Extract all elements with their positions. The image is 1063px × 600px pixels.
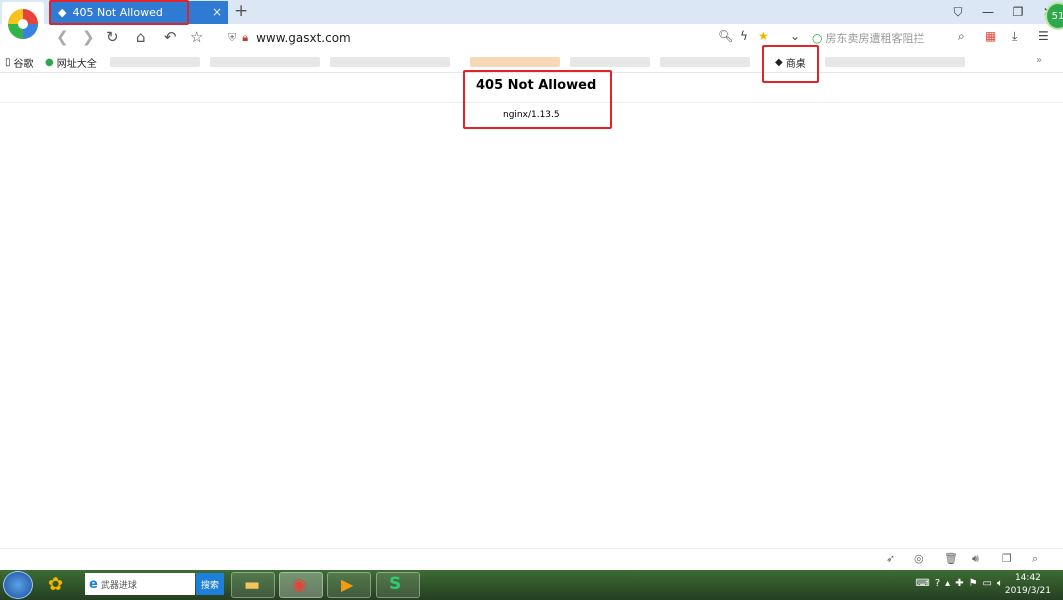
forward-icon[interactable]: ❯ [82,28,95,46]
speed-icon[interactable]: ◎ [914,552,924,565]
file-icon: ▯ [5,57,11,68]
blurred-bookmark[interactable] [110,57,200,67]
user-badge: 51 [1051,10,1063,22]
shield-icon: ⛨ [228,31,237,44]
blurred-bookmark[interactable] [660,57,750,67]
undo-close-icon[interactable]: ↶ [164,28,177,46]
clock-time: 14:42 [1014,573,1041,583]
flag-icon[interactable]: ⚑ [969,578,978,589]
blurred-bookmark[interactable] [470,57,560,67]
search-input[interactable]: ○ 房东卖房遭租客阻拦 [812,28,972,48]
blurred-bookmark[interactable] [330,57,450,67]
highlight-box-tab [49,0,189,25]
bookmark-label: 谷歌 [13,59,34,70]
apps-icon[interactable]: ▦ [985,29,996,43]
bookmark-directory-icon: ● [45,57,54,68]
highlight-box-error [463,70,612,129]
star-icon[interactable]: ★ [758,29,769,43]
taskbar-search-button[interactable]: 搜索 [196,573,224,595]
url-text: www.gasxt.com [256,31,351,45]
refresh-icon[interactable]: ↻ [106,28,119,46]
rocket-icon[interactable]: ➶ [886,552,895,565]
taskbar-app-360[interactable]: ✿ [42,572,78,598]
keyboard-icon[interactable]: ⌨ [915,578,929,589]
highlight-box-bookmark [762,45,819,83]
taskbar-app-browser[interactable]: ◉ [279,572,323,598]
search-placeholder: 房东卖房遭租客阻拦 [825,32,925,45]
ie-icon: e [89,576,98,592]
back-icon[interactable]: ❮ [56,28,69,46]
tab-close-icon[interactable]: × [212,5,222,19]
taskbar-search-input[interactable]: e 武器进球 [85,573,195,595]
browser-logo-icon [8,9,38,39]
favorite-icon[interactable]: ☆ [190,28,203,46]
download-icon[interactable]: ⤓ [1012,29,1017,44]
lock-icon: 🔒︎ [242,31,249,44]
folder-icon: ▬ [244,575,261,595]
bookmark-google[interactable]: ▯ 谷歌 [5,55,34,70]
start-button[interactable] [3,571,33,599]
blurred-bookmark[interactable] [210,57,320,67]
browser-logo[interactable] [2,2,44,46]
tray-expand-icon[interactable]: ▴ [945,578,950,589]
security-icon[interactable]: ✚ [955,578,963,589]
bookmark-label: 网址大全 [56,59,97,70]
network-icon[interactable]: ▭ [983,578,992,589]
search-zoom-icon[interactable]: 🔍︎ [718,29,733,43]
skin-icon[interactable]: ⛉ [943,5,973,20]
system-tray: ⌨ ? ▴ ✚ ⚑ ▭ 🔈︎ [915,578,1003,589]
taskbar-search-placeholder: 武器进球 [100,580,137,591]
new-tab-button[interactable]: + [234,0,248,22]
flash-icon[interactable]: ϟ [740,29,748,43]
taskbar-app-wps[interactable]: S [376,572,420,598]
browser-icon: ◉ [292,575,307,595]
app-360-icon: ✿ [48,574,64,595]
restore-button[interactable]: ❐ [1003,5,1033,19]
blurred-bookmark[interactable] [825,57,965,67]
chevron-down-icon[interactable]: ⌄ [790,29,800,43]
volume-icon[interactable]: 🔈︎ [997,578,1003,589]
taskbar: ✿ e 武器进球 搜索 ▬ ◉ ▶ S ⌨ ? ▴ ✚ ⚑ ▭ 🔈︎ 14:42… [0,570,1063,600]
clock-date: 2019/3/21 [1004,586,1051,596]
home-icon[interactable]: ⌂ [136,28,146,46]
window-icon[interactable]: ❐ [1002,552,1012,565]
minimize-button[interactable]: — [973,5,1003,19]
search-engine-icon: ○ [812,31,823,45]
bookmark-directory[interactable]: ● 网址大全 [45,55,97,70]
more-bookmarks-icon[interactable]: » [1036,55,1042,66]
taskbar-app-player[interactable]: ▶ [327,572,371,598]
search-icon[interactable]: ⌕ [958,29,965,44]
taskbar-app-explorer[interactable]: ▬ [231,572,275,598]
player-icon: ▶ [341,575,354,594]
help-icon[interactable]: ? [935,578,940,589]
zoom-icon[interactable]: ⌕ [1032,552,1038,566]
sound-icon[interactable]: 🔊︎ [972,552,979,566]
blurred-bookmark[interactable] [570,57,650,67]
toolbar: ❮ ❯ ↻ ⌂ ↶ ☆ ⛨ 🔒︎ www.gasxt.com 🔍︎ ϟ ★ ⌄ … [0,24,1063,51]
trash-icon[interactable]: 🗑︎ [944,552,958,565]
clock[interactable]: 14:42 2019/3/21 [1005,572,1051,598]
wps-icon: S [389,574,402,594]
menu-icon[interactable]: ☰ [1038,29,1049,43]
url-field[interactable]: ⛨ 🔒︎ www.gasxt.com [228,28,708,48]
status-bar: ➶ ◎ 🗑︎ 🔊︎ ❐ ⌕ [0,548,1063,570]
